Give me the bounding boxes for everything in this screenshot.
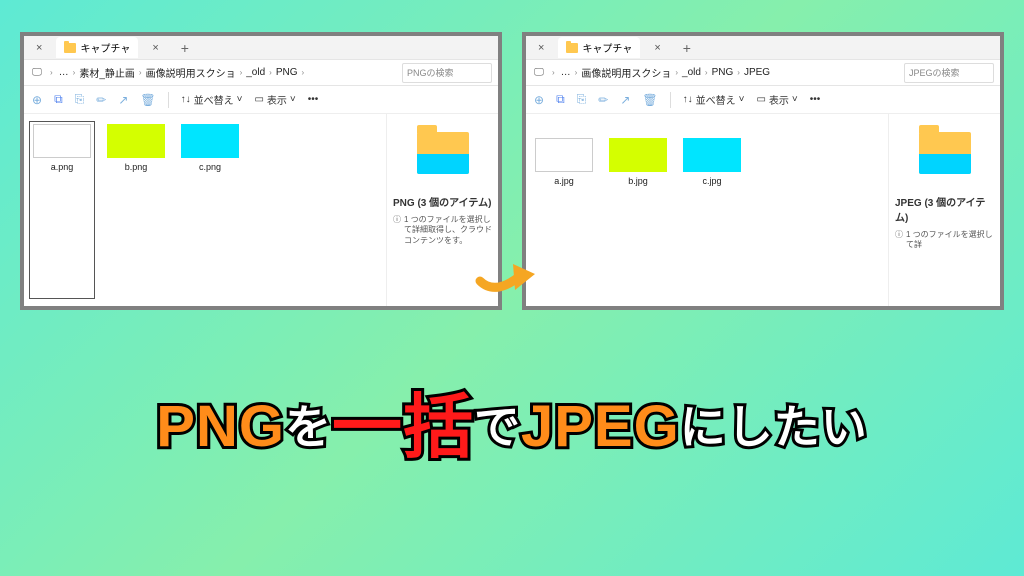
headline: PNGを一括でJPEGにしたい <box>0 390 1024 462</box>
new-icon[interactable]: ⊕ <box>534 93 544 107</box>
headline-part: で <box>474 404 521 450</box>
file-thumbnail <box>33 124 91 158</box>
file-name: b.jpg <box>628 176 648 186</box>
file-item[interactable]: c.jpg <box>682 138 742 296</box>
file-name: c.jpg <box>702 176 721 186</box>
toolbar: ⊕ ⧉ ⎘ ✏ ↗ 🗑 ↑↓ 並べ替え ˅ ▭ 表示 ˅ ••• <box>526 86 1000 114</box>
tab-bar: × キャプチャ × + <box>24 36 498 60</box>
delete-icon[interactable]: 🗑 <box>140 93 155 107</box>
search-input[interactable]: PNGの検索 <box>402 63 492 83</box>
panel-description: ⓘ 1 つのファイルを選択して詳 <box>895 230 994 251</box>
file-item[interactable]: b.jpg <box>608 138 668 296</box>
folder-large-icon <box>417 132 469 174</box>
files-pane[interactable]: a.jpg b.jpg c.jpg <box>526 114 888 306</box>
file-thumbnail <box>609 138 667 172</box>
new-tab-button[interactable]: + <box>675 40 699 56</box>
breadcrumb-bar: 🖵 › …› 画像説明用スクショ› _old› PNG› JPEG JPEGの検… <box>526 60 1000 86</box>
close-icon[interactable]: × <box>30 42 48 54</box>
tab-active[interactable]: キャプチャ <box>56 37 138 58</box>
more-button[interactable]: ••• <box>308 94 319 105</box>
file-thumbnail <box>535 138 593 172</box>
monitor-icon[interactable]: 🖵 <box>30 67 44 78</box>
chevron-right-icon: › <box>50 68 53 77</box>
headline-part-png: PNG <box>156 398 285 456</box>
panel-title: PNG (3 個のアイテム) <box>393 194 492 209</box>
file-item[interactable]: a.png <box>32 124 92 296</box>
paste-icon[interactable]: ⎘ <box>577 92 587 107</box>
toolbar: ⊕ ⧉ ⎘ ✏ ↗ 🗑 ↑↓ 並べ替え ˅ ▭ 表示 ˅ ••• <box>24 86 498 114</box>
tab-title: キャプチャ <box>80 40 130 55</box>
share-icon[interactable]: ↗ <box>118 93 128 107</box>
files-pane[interactable]: a.png b.png c.png <box>24 114 386 306</box>
share-icon[interactable]: ↗ <box>620 93 630 107</box>
copy-icon[interactable]: ⧉ <box>556 92 565 107</box>
tab-close-icon[interactable]: × <box>146 42 164 54</box>
arrow-icon <box>475 246 545 296</box>
tab-title: キャプチャ <box>582 40 632 55</box>
file-thumbnail <box>107 124 165 158</box>
info-icon: ⓘ <box>393 215 401 246</box>
rename-icon[interactable]: ✏ <box>96 93 106 107</box>
copy-icon[interactable]: ⧉ <box>54 92 63 107</box>
search-input[interactable]: JPEGの検索 <box>904 63 994 83</box>
headline-part-batch: 一括 <box>332 392 474 462</box>
explorer-window-right: × キャプチャ × + 🖵 › …› 画像説明用スクショ› _old› PNG›… <box>522 32 1004 310</box>
breadcrumb-path[interactable]: …› 画像説明用スクショ› _old› PNG› JPEG <box>561 65 898 80</box>
headline-part-jpeg: JPEG <box>521 398 680 456</box>
file-thumbnail <box>683 138 741 172</box>
more-button[interactable]: ••• <box>810 94 821 105</box>
file-name: a.jpg <box>554 176 574 186</box>
explorer-window-left: × キャプチャ × + 🖵 › …› 素材_静止画› 画像説明用スクショ› _o… <box>20 32 502 310</box>
delete-icon[interactable]: 🗑 <box>642 93 657 107</box>
rename-icon[interactable]: ✏ <box>598 93 608 107</box>
paste-icon[interactable]: ⎘ <box>75 92 85 107</box>
monitor-icon[interactable]: 🖵 <box>532 67 546 78</box>
details-panel: JPEG (3 個のアイテム) ⓘ 1 つのファイルを選択して詳 <box>888 114 1000 306</box>
headline-part: を <box>285 404 332 450</box>
view-button[interactable]: ▭ 表示 ˅ <box>254 92 295 107</box>
new-tab-button[interactable]: + <box>173 40 197 56</box>
chevron-right-icon: › <box>552 68 555 77</box>
breadcrumb-bar: 🖵 › …› 素材_静止画› 画像説明用スクショ› _old› PNG› PNG… <box>24 60 498 86</box>
view-button[interactable]: ▭ 表示 ˅ <box>756 92 797 107</box>
breadcrumb-path[interactable]: …› 素材_静止画› 画像説明用スクショ› _old› PNG› <box>59 65 396 80</box>
file-item[interactable]: c.png <box>180 124 240 296</box>
file-name: c.png <box>199 162 221 172</box>
new-icon[interactable]: ⊕ <box>32 93 42 107</box>
folder-icon <box>566 43 578 53</box>
tab-active[interactable]: キャプチャ <box>558 37 640 58</box>
folder-large-icon <box>919 132 971 174</box>
file-thumbnail <box>181 124 239 158</box>
panel-title: JPEG (3 個のアイテム) <box>895 194 994 224</box>
tab-bar: × キャプチャ × + <box>526 36 1000 60</box>
file-name: b.png <box>125 162 148 172</box>
info-icon: ⓘ <box>895 230 903 251</box>
panel-description: ⓘ 1 つのファイルを選択して詳細取得し、クラウド コンテンツをす。 <box>393 215 492 246</box>
sort-button[interactable]: ↑↓ 並べ替え ˅ <box>683 92 745 107</box>
sort-button[interactable]: ↑↓ 並べ替え ˅ <box>181 92 243 107</box>
folder-icon <box>64 43 76 53</box>
close-icon[interactable]: × <box>532 42 550 54</box>
file-item[interactable]: b.png <box>106 124 166 296</box>
headline-part: にしたい <box>680 404 868 450</box>
tab-close-icon[interactable]: × <box>648 42 666 54</box>
file-name: a.png <box>51 162 74 172</box>
